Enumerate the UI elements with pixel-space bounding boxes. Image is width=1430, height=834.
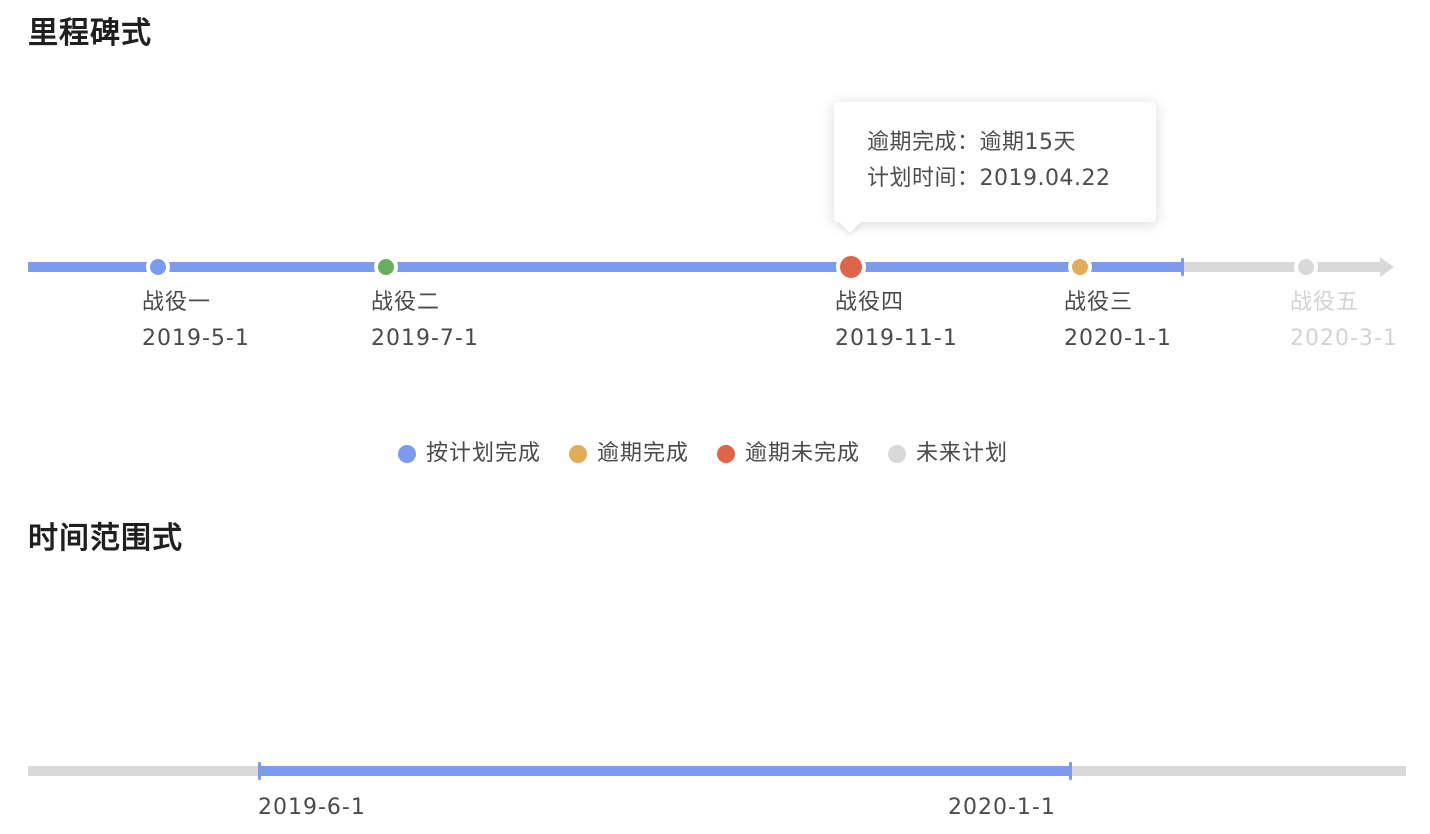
range-track-selected[interactable] <box>260 766 1070 776</box>
legend-label: 按计划完成 <box>426 441 542 466</box>
legend-label: 未来计划 <box>916 441 1009 466</box>
timeline-track-progress <box>28 262 1183 272</box>
milestone-date: 2019-11-1 <box>835 326 958 351</box>
legend-dot-icon <box>888 445 907 463</box>
milestone-date: 2020-3-1 <box>1290 326 1398 351</box>
milestone-name: 战役三 <box>1064 290 1134 315</box>
tooltip-pointer <box>838 221 862 233</box>
tooltip-plan-row: 计划时间：2019.04.22 <box>867 161 1156 197</box>
legend-label: 逾期完成 <box>597 441 690 466</box>
tooltip-status-row: 逾期完成：逾期15天 <box>867 125 1156 161</box>
milestone-section-title: 里程碑式 <box>28 16 152 51</box>
tooltip-status-label: 逾期完成： <box>867 130 980 155</box>
legend-dot-icon <box>398 445 416 463</box>
legend-dot-icon <box>569 445 588 463</box>
milestone-name: 战役四 <box>835 290 905 315</box>
milestone-label-2: 战役二 2019-7-1 <box>371 285 479 357</box>
milestone-label-3: 战役三 2020-1-1 <box>1064 285 1172 357</box>
legend-item-overdue-completed[interactable]: 逾期完成 <box>569 436 689 472</box>
milestone-dot-1[interactable] <box>146 255 170 279</box>
milestone-date: 2019-5-1 <box>142 326 250 351</box>
legend-label: 逾期未完成 <box>745 441 861 466</box>
milestone-dot-3[interactable] <box>1068 255 1092 279</box>
milestone-label-4: 战役四 2019-11-1 <box>835 285 958 357</box>
milestone-name: 战役一 <box>142 290 212 315</box>
milestone-dot-2[interactable] <box>374 255 398 279</box>
legend-item-on-schedule[interactable]: 按计划完成 <box>398 436 541 472</box>
range-start-handle[interactable] <box>258 762 261 780</box>
legend: 按计划完成 逾期完成 逾期未完成 未来计划 <box>398 436 1036 472</box>
range-start-label: 2019-6-1 <box>258 795 366 820</box>
milestone-label-1: 战役一 2019-5-1 <box>142 285 250 357</box>
milestone-date: 2020-1-1 <box>1064 326 1172 351</box>
milestone-name: 战役五 <box>1290 290 1360 315</box>
timeline-track-future <box>1184 262 1382 272</box>
range-end-handle[interactable] <box>1069 762 1072 780</box>
milestone-dot-4[interactable] <box>836 252 866 282</box>
timeline-arrow-icon <box>1380 257 1394 277</box>
tooltip-status-value: 逾期15天 <box>979 130 1077 155</box>
milestone-date: 2019-7-1 <box>371 326 479 351</box>
tooltip-plan-value: 2019.04.22 <box>979 166 1111 191</box>
tooltip-plan-label: 计划时间： <box>867 166 980 191</box>
milestone-dot-5[interactable] <box>1294 255 1318 279</box>
range-section-title: 时间范围式 <box>28 521 183 556</box>
legend-item-future[interactable]: 未来计划 <box>888 436 1008 472</box>
milestone-name: 战役二 <box>371 290 441 315</box>
range-end-label: 2020-1-1 <box>948 795 1056 820</box>
milestone-tooltip: 逾期完成：逾期15天 计划时间：2019.04.22 <box>834 102 1156 222</box>
legend-dot-icon <box>717 445 736 463</box>
milestone-label-5: 战役五 2020-3-1 <box>1290 285 1398 357</box>
legend-item-overdue-incomplete[interactable]: 逾期未完成 <box>717 436 860 472</box>
